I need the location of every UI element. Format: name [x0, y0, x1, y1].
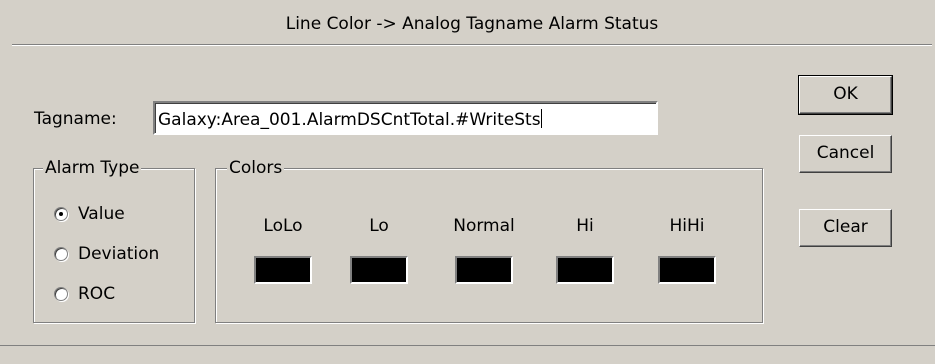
radio-deviation-label: Deviation — [78, 244, 160, 264]
dialog-window: Line Color -> Analog Tagname Alarm Statu… — [0, 0, 935, 364]
radio-roc[interactable] — [54, 287, 68, 301]
color-swatch-normal[interactable] — [455, 256, 513, 284]
radio-value[interactable] — [54, 207, 68, 221]
color-label-hihi: HiHi — [669, 216, 705, 236]
tagname-value: Galaxy:Area_001.AlarmDSCntTotal.#WriteSt… — [158, 110, 541, 130]
tagname-label: Tagname: — [34, 109, 117, 129]
radio-value-row[interactable]: Value — [54, 204, 125, 224]
text-caret — [540, 109, 542, 128]
color-swatch-lo[interactable] — [350, 256, 408, 284]
radio-value-label: Value — [78, 204, 125, 224]
colors-legend: Colors — [227, 158, 285, 178]
color-swatch-hihi[interactable] — [658, 256, 716, 284]
color-label-hi: Hi — [576, 216, 594, 236]
radio-roc-row[interactable]: ROC — [54, 284, 115, 304]
colors-group — [215, 168, 763, 323]
radio-roc-label: ROC — [78, 284, 116, 304]
dialog-title: Line Color -> Analog Tagname Alarm Statu… — [285, 14, 659, 34]
color-label-normal: Normal — [453, 216, 515, 236]
cancel-button[interactable]: Cancel — [799, 135, 892, 173]
title-divider-highlight — [12, 45, 932, 46]
color-label-lolo: LoLo — [263, 216, 303, 236]
ok-button[interactable]: OK — [798, 75, 893, 115]
radio-deviation[interactable] — [54, 247, 68, 261]
color-swatch-hi[interactable] — [556, 256, 614, 284]
tagname-input[interactable]: Galaxy:Area_001.AlarmDSCntTotal.#WriteSt… — [153, 101, 658, 135]
alarm-type-legend: Alarm Type — [43, 158, 142, 178]
color-label-lo: Lo — [369, 216, 389, 236]
clear-button[interactable]: Clear — [799, 209, 892, 247]
bottom-edge — [0, 345, 935, 346]
color-swatch-lolo[interactable] — [254, 256, 312, 284]
radio-deviation-row[interactable]: Deviation — [54, 244, 159, 264]
